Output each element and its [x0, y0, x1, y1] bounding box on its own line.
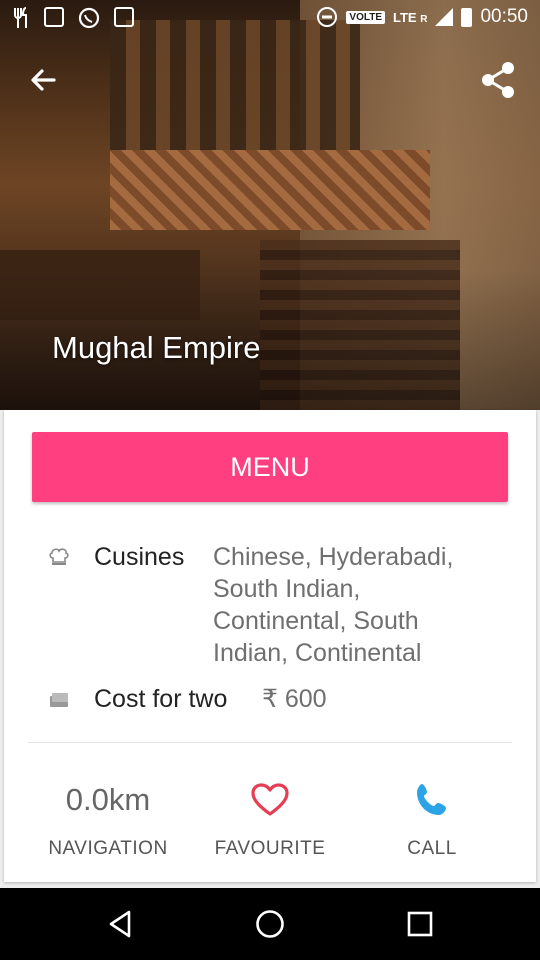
restaurant-notification-icon: [14, 7, 27, 28]
restaurant-details-card: MENU Cusines Chinese, Hyderabadi, South …: [4, 410, 536, 882]
system-nav-bar: [0, 888, 540, 960]
cuisines-value: Chinese, Hyderabadi, South Indian, Conti…: [213, 543, 454, 667]
distance-text: 0.0km: [65, 782, 151, 817]
nav-home-icon[interactable]: [254, 908, 286, 940]
cuisines-label: Cusines: [94, 543, 185, 571]
status-bar: VOLTE LTE R 00:50: [0, 0, 540, 36]
share-icon[interactable]: [476, 58, 520, 102]
menu-button[interactable]: MENU: [32, 432, 508, 502]
signal-icon: [435, 8, 454, 26]
card-icon: [50, 693, 68, 707]
favourite-action[interactable]: FAVOURITE: [190, 780, 350, 860]
cost-value: ₹ 600: [262, 685, 327, 713]
clock: 00:50: [480, 6, 528, 27]
chef-hat-icon: [49, 548, 69, 565]
phone-icon: [417, 784, 446, 815]
restaurant-name: Mughal Empire: [52, 330, 261, 365]
favourite-label: FAVOURITE: [214, 838, 326, 859]
call-action[interactable]: CALL: [352, 780, 512, 860]
dnd-icon: [317, 7, 338, 27]
navigation-action[interactable]: 0.0km NAVIGATION: [28, 780, 188, 860]
cost-label: Cost for two: [94, 685, 228, 713]
nav-back-icon[interactable]: [104, 908, 136, 940]
divider: [28, 742, 512, 743]
navigation-label: NAVIGATION: [48, 838, 168, 859]
call-label: CALL: [407, 838, 457, 859]
whatsapp-icon: [78, 7, 100, 29]
heart-icon: [251, 783, 289, 816]
image-notification-icon: [44, 7, 64, 27]
battery-icon: [461, 7, 473, 27]
volte-badge: VOLTE: [346, 10, 385, 24]
nav-recents-icon[interactable]: [404, 908, 436, 940]
calendar-icon: [114, 7, 134, 27]
back-arrow-icon[interactable]: [24, 60, 64, 100]
lte-indicator: LTE R: [393, 9, 428, 25]
